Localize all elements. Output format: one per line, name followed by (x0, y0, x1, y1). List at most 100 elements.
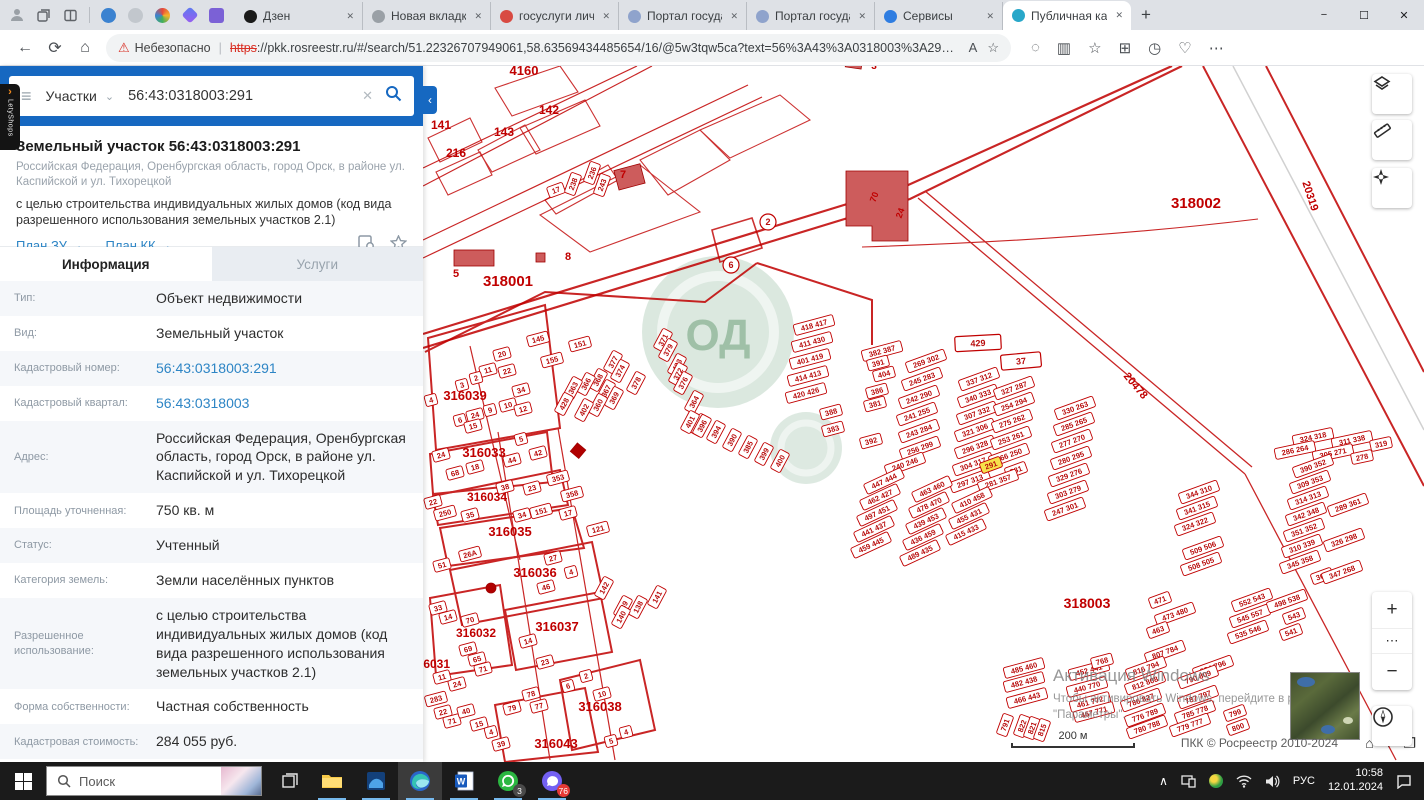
parcel-cell[interactable]: 42 (528, 445, 548, 461)
copilot-icon[interactable]: ◌ (1031, 39, 1040, 56)
favorites-icon[interactable]: ☆ (1088, 39, 1101, 57)
tab-close-icon[interactable]: ✕ (984, 9, 996, 24)
split-window-icon[interactable] (62, 7, 79, 24)
parcel-cell[interactable]: 269 302 (905, 349, 947, 373)
parcel-cell[interactable]: 2 (578, 669, 594, 683)
parcel-cell[interactable]: 768 (1090, 652, 1114, 670)
parcel-cell[interactable]: 4 (618, 725, 634, 739)
tab-information[interactable]: Информация (0, 247, 212, 281)
close-button[interactable]: ✕ (1384, 0, 1424, 30)
search-category-dropdown[interactable]: Участки (46, 88, 97, 104)
parcel-cell[interactable]: 347 268 (1321, 560, 1363, 584)
browser-tab[interactable]: госуслуги лич ✕ (491, 2, 619, 30)
whatsapp-icon[interactable]: 3 (486, 762, 530, 800)
refresh-button[interactable]: ⟳ (40, 38, 70, 58)
parcel-cell[interactable]: 151 (529, 502, 553, 520)
volume-icon[interactable] (1265, 775, 1280, 788)
extension-icon-color[interactable] (154, 7, 171, 24)
device-icon[interactable] (1181, 774, 1196, 788)
parcel-cell[interactable]: 37 (999, 351, 1043, 371)
parcel-cell[interactable]: 140 (611, 605, 631, 629)
road-parcel-circle[interactable]: 2 (759, 213, 777, 231)
maximize-button[interactable]: ☐ (1344, 0, 1384, 30)
parcel-cell[interactable]: 541 (1279, 623, 1303, 641)
parcel-cell[interactable]: 4 (563, 565, 579, 579)
collections-icon[interactable]: ⊞ (1119, 39, 1132, 57)
parcel-cell[interactable]: 283 (424, 690, 448, 708)
panel-collapse-chevron[interactable]: ‹ (423, 86, 437, 114)
parcel-cell[interactable]: 4 (423, 393, 439, 407)
parcel-cell[interactable]: 18 (465, 459, 485, 475)
map-canvas[interactable]: ОД 17 238236243418 417411 430401 419414 … (423, 66, 1424, 762)
taskbar-clock[interactable]: 10:58 12.01.2024 (1328, 767, 1383, 795)
home-button[interactable]: ⌂ (70, 39, 100, 57)
parcel-cell[interactable]: 238 (564, 172, 582, 196)
chevron-down-icon[interactable]: ⌄ (105, 90, 114, 103)
tab-close-icon[interactable]: ✕ (728, 9, 740, 24)
tab-services[interactable]: Услуги (211, 247, 423, 281)
parcel-cell[interactable]: 35 (460, 507, 480, 523)
parcel-cell[interactable]: 40 (456, 703, 476, 719)
parcel-cell[interactable]: 151 (568, 335, 592, 353)
favorite-star-icon[interactable]: ☆ (987, 40, 999, 56)
parcel-cell[interactable]: 543 (1282, 607, 1306, 625)
viber-icon[interactable]: 76 (530, 762, 574, 800)
parcel-cell[interactable]: 4 (483, 725, 499, 739)
tab-close-icon[interactable]: ✕ (344, 9, 356, 24)
parcel-cell[interactable]: 289 361 (1327, 493, 1369, 517)
parcel-cell[interactable]: 138 (628, 595, 648, 619)
search-icon[interactable] (385, 85, 402, 107)
notification-center-icon[interactable] (1396, 774, 1412, 789)
language-indicator[interactable]: РУС (1293, 775, 1315, 787)
url-field[interactable]: ⚠ Небезопасно | https://pkk.rosreestr.ru… (106, 33, 1011, 62)
tray-expand-caret[interactable]: ∧ (1159, 774, 1168, 788)
tab-close-icon[interactable]: ✕ (600, 9, 612, 24)
parcel-cell[interactable]: 26A (458, 545, 482, 563)
history-icon[interactable]: ◷ (1148, 39, 1161, 57)
parcel-cell[interactable]: 5 (513, 432, 529, 446)
parcel-cell[interactable]: 68 (445, 465, 465, 481)
file-explorer-icon[interactable] (310, 762, 354, 800)
parcel-cell[interactable]: 77 (529, 698, 549, 714)
parcel-cell[interactable]: 46 (536, 579, 556, 595)
parcel-cell[interactable]: 78 (521, 686, 541, 702)
my-location-button[interactable] (1372, 168, 1412, 208)
browser-tab[interactable]: Портал госуда ✕ (619, 2, 747, 30)
menu-hamburger-icon[interactable]: ≡ (21, 86, 32, 107)
parcel-cell[interactable]: 145 (526, 330, 550, 348)
cadastral-map[interactable]: ОД 17 238 236 243 418 417 411 430 401 41… (423, 66, 1424, 762)
parcel-cell[interactable]: 20 (492, 346, 512, 362)
letyshops-extension-tab[interactable]: › LetyShops (0, 84, 20, 150)
parcel-cell[interactable]: 141 (647, 585, 667, 609)
extension-icon-diamond[interactable] (181, 6, 198, 24)
parcel-cell[interactable]: 14 (518, 633, 538, 649)
read-aloud-icon[interactable]: A (969, 40, 978, 55)
tab-close-icon[interactable]: ✕ (472, 9, 484, 24)
parcel-cell[interactable]: 142 (594, 576, 614, 600)
row-value-link[interactable]: 56:43:0318003 (156, 394, 413, 413)
settings-menu-icon[interactable]: ⋯ (1209, 39, 1224, 57)
clear-search-icon[interactable]: ✕ (362, 88, 373, 104)
parcel-cell[interactable]: 39 (491, 736, 511, 752)
parcel-cell[interactable]: 155 (540, 351, 564, 369)
workspaces-icon[interactable] (35, 7, 52, 24)
tab-close-icon[interactable]: ✕ (856, 9, 868, 24)
parcel-cell[interactable]: 381 (863, 395, 887, 413)
parcel-cell[interactable]: 392 (859, 432, 883, 450)
search-bar[interactable]: ≡ Участки ⌄ ✕ (9, 76, 414, 116)
layers-button[interactable] (1372, 74, 1412, 114)
parcel-cell[interactable]: 378 (626, 371, 646, 395)
parcel-cell[interactable]: 22 (423, 494, 443, 510)
browser-tab[interactable]: Публичная ка ✕ (1003, 1, 1131, 30)
parcel-cell[interactable]: 463 (1146, 621, 1170, 639)
start-button[interactable] (0, 762, 46, 800)
parcel-cell[interactable]: 22 (497, 363, 517, 379)
parcel-cell[interactable]: 34 (512, 507, 532, 523)
parcel-cell[interactable]: 34 (511, 382, 531, 398)
zoom-in-button[interactable]: + (1372, 592, 1412, 628)
new-tab-button[interactable]: + (1131, 5, 1161, 25)
zoom-levels-button[interactable]: ⋯ (1372, 628, 1412, 654)
search-input[interactable] (128, 88, 351, 104)
extension-icon-gray[interactable] (127, 7, 144, 24)
parcel-cell[interactable]: 51 (432, 557, 452, 573)
